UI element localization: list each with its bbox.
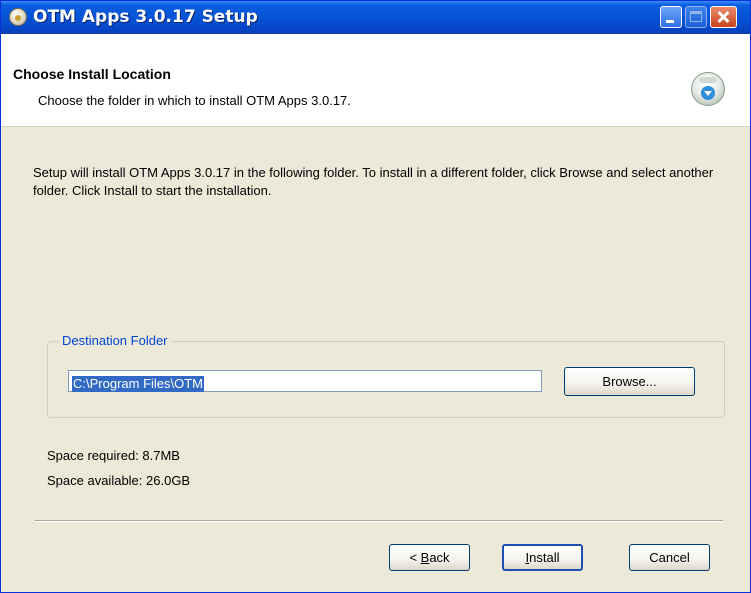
space-required: Space required: 8.7MB xyxy=(47,448,180,463)
browse-button[interactable]: Browse... xyxy=(564,367,695,396)
install-description: Setup will install OTM Apps 3.0.17 in th… xyxy=(33,165,714,198)
back-label-rest: ack xyxy=(429,550,450,565)
icon-cap xyxy=(699,77,717,83)
footer-divider-highlight xyxy=(35,521,723,522)
page-subtitle: Choose the folder in which to install OT… xyxy=(38,93,351,108)
page-title: Choose Install Location xyxy=(13,66,171,82)
wizard-header: Choose Install Location Choose the folde… xyxy=(1,34,750,127)
destination-path-input[interactable]: C:\Program Files\OTM xyxy=(68,370,542,392)
cancel-button[interactable]: Cancel xyxy=(629,544,710,571)
back-label-prefix: < xyxy=(409,550,421,565)
download-arrow-icon xyxy=(701,86,715,100)
installer-disk-icon xyxy=(9,8,27,26)
minimize-button[interactable] xyxy=(660,6,682,28)
install-download-icon xyxy=(691,72,725,106)
maximize-button xyxy=(685,6,707,28)
install-label-rest: nstall xyxy=(529,550,560,565)
window-title: OTM Apps 3.0.17 Setup xyxy=(33,7,258,27)
title-bar[interactable]: OTM Apps 3.0.17 Setup xyxy=(1,1,750,34)
close-button[interactable] xyxy=(710,6,737,28)
destination-path-value: C:\Program Files\OTM xyxy=(72,376,205,392)
space-available: Space available: 26.0GB xyxy=(47,473,191,488)
setup-window: OTM Apps 3.0.17 Setup Choose Install Loc… xyxy=(0,0,751,593)
install-button[interactable]: Install xyxy=(502,544,583,571)
back-button[interactable]: < Back xyxy=(389,544,470,571)
destination-folder-legend: Destination Folder xyxy=(59,333,171,348)
